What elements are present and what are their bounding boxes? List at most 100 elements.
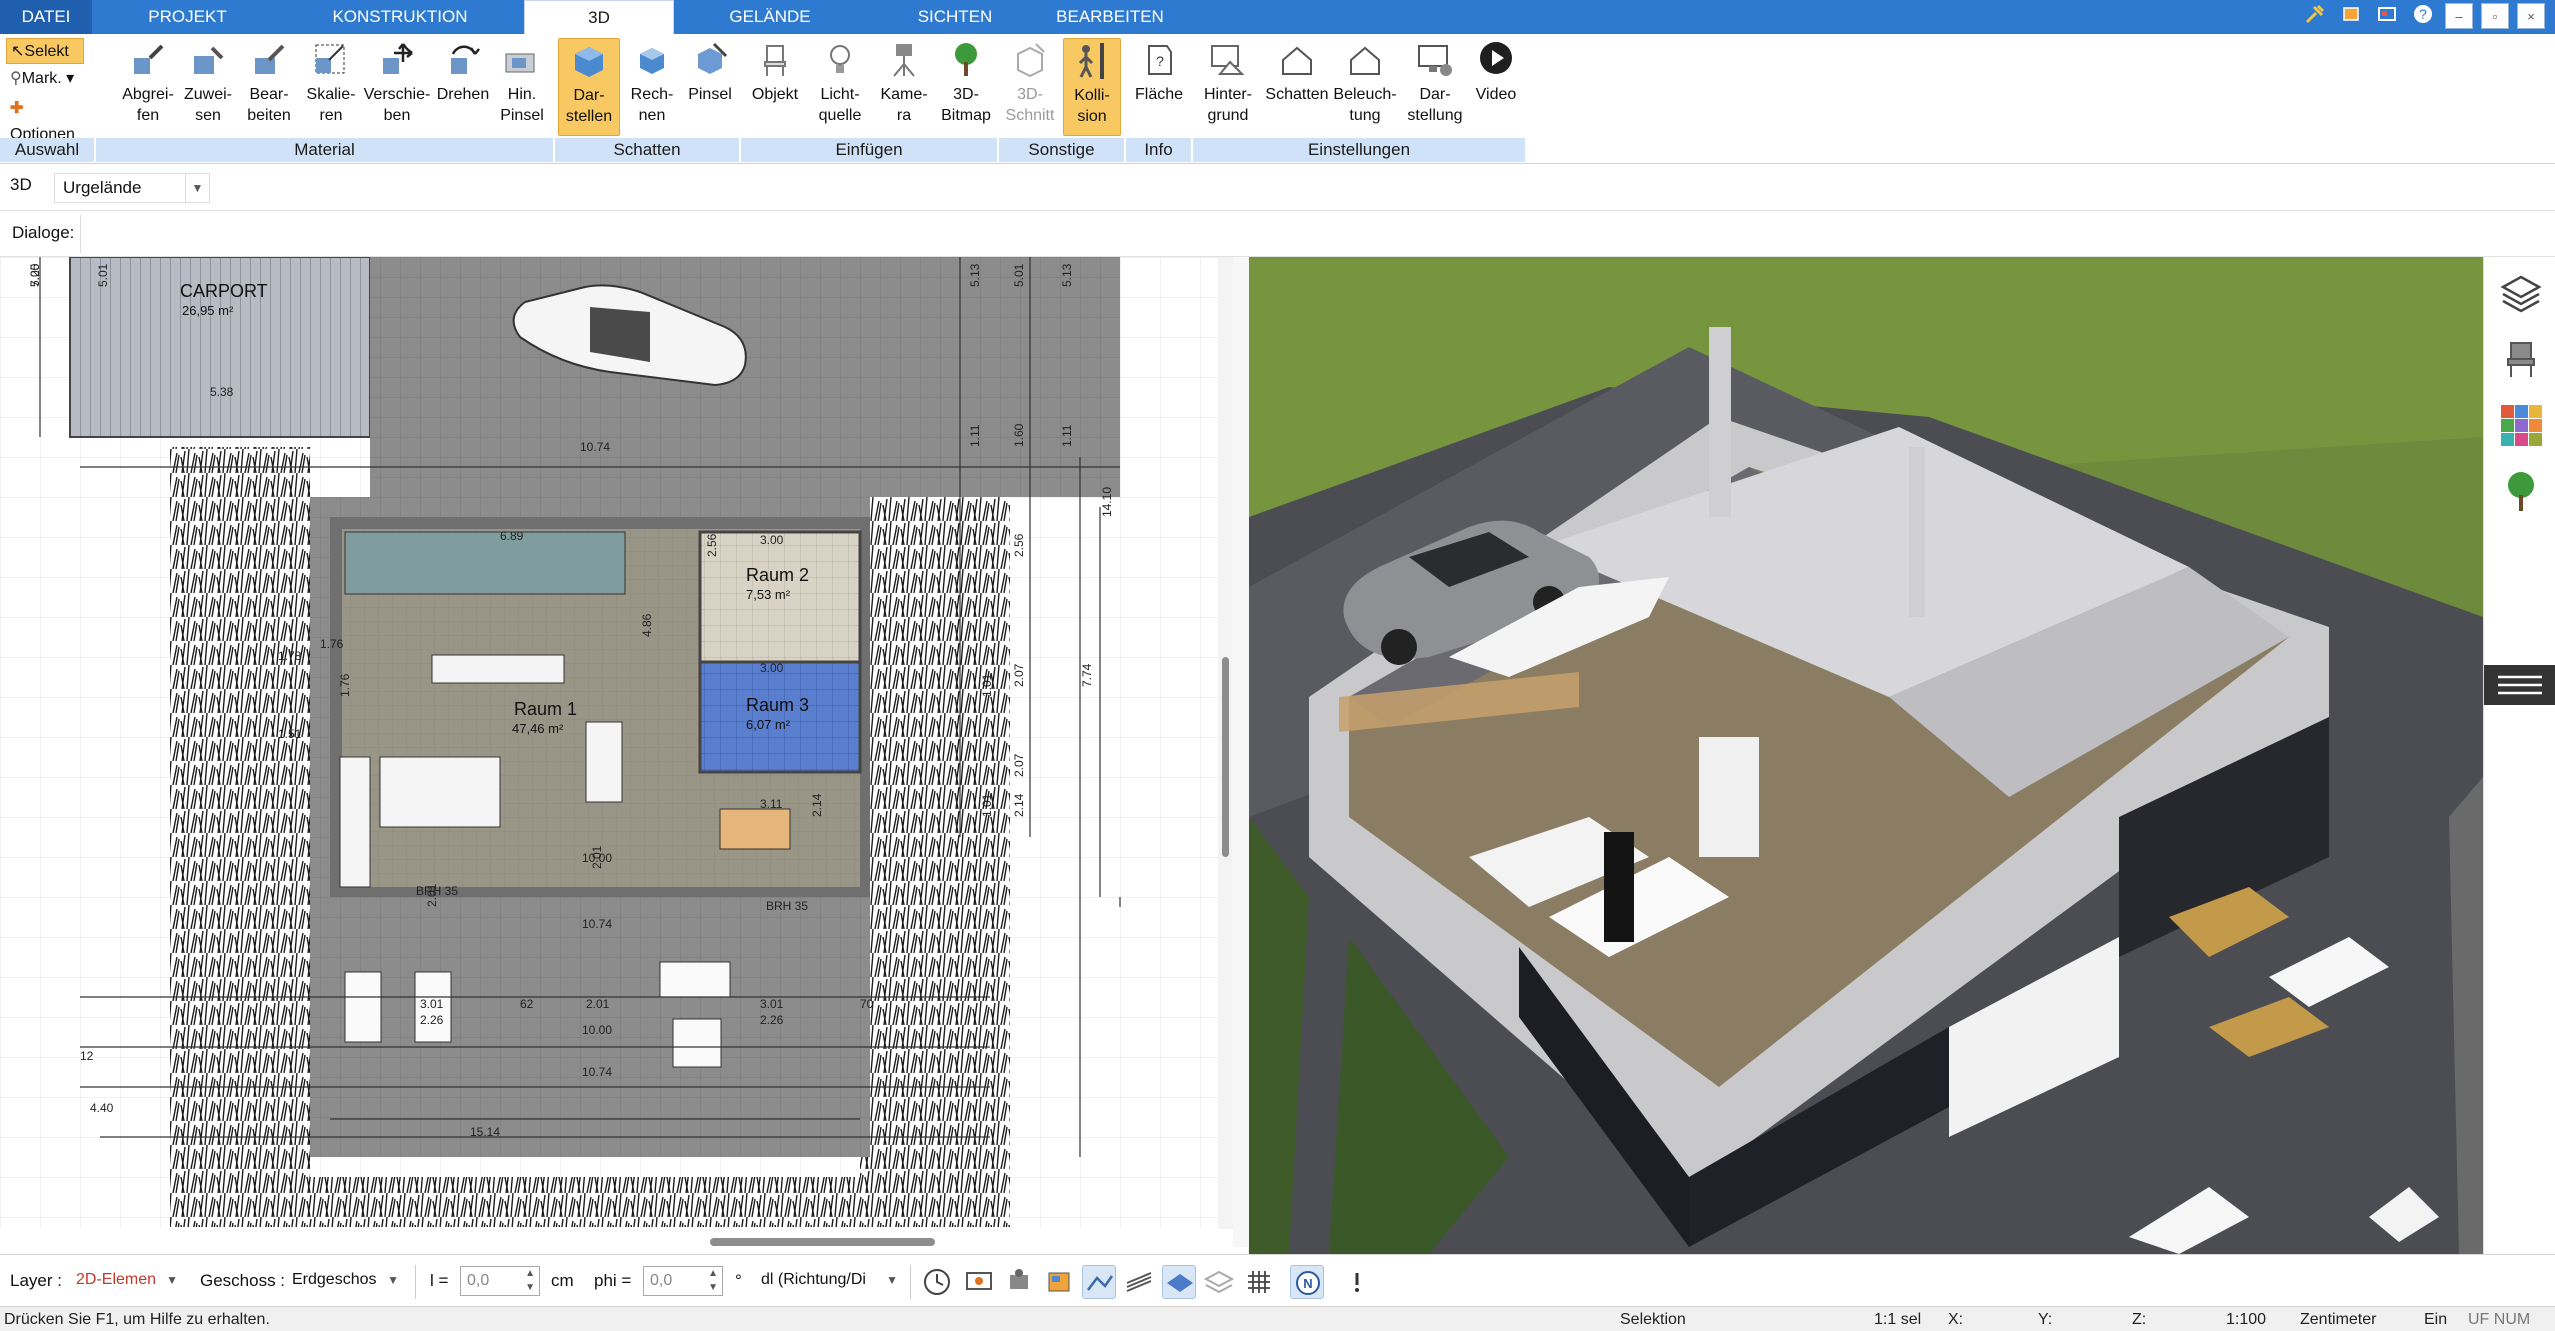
dimension-label: 5.38 [210, 385, 234, 399]
dimension-label: 1.01 [980, 673, 994, 697]
material-palette-icon[interactable] [2499, 403, 2543, 447]
zuweisen-button[interactable]: Zuwei- sen [180, 38, 236, 126]
floor-plan-view[interactable]: CARPORT 26,95 m² Raum 1 47,46 m² Raum 2 … [0, 257, 1233, 1229]
phi-label: phi = [594, 1271, 632, 1290]
restore-icon[interactable]: ▫ [2481, 3, 2509, 29]
3d-view[interactable] [1249, 257, 2483, 1254]
kollision-button[interactable]: Kolli- sion [1063, 38, 1121, 136]
dimension-label: 2.01 [590, 845, 604, 869]
snap-plane-icon[interactable] [1162, 1265, 1196, 1299]
objekt-button[interactable]: Objekt [745, 38, 805, 105]
chevron-down-icon: ▼ [886, 1273, 898, 1287]
beleuchtung-button[interactable]: Beleuch- tung [1331, 38, 1399, 126]
furniture-icon[interactable] [2499, 337, 2543, 381]
phi-input[interactable]: 0,0 ▲ ▼ [643, 1266, 723, 1296]
geschoss-select[interactable]: Erdgeschos ▼ [286, 1266, 401, 1296]
kamera-button[interactable]: Kame- ra [875, 38, 933, 126]
plants-icon[interactable] [2499, 469, 2543, 513]
dimension-label: 2.01 [586, 997, 610, 1011]
group-caption-einstellungen: Einstellungen [1193, 138, 1526, 162]
clock-icon[interactable] [920, 1265, 954, 1299]
minimize-icon[interactable]: – [2445, 3, 2473, 29]
3d-schnitt-button[interactable]: 3D- Schnitt [1001, 38, 1059, 126]
render-icon[interactable] [962, 1265, 996, 1299]
hintergrund-button[interactable]: Hinter- grund [1196, 38, 1260, 126]
floor-plan-canvas[interactable] [0, 257, 1233, 1229]
dimension-label: 1.11 [1060, 424, 1074, 447]
status-mode: Selektion [1620, 1311, 1686, 1328]
dimension-label: 2.14 [1012, 793, 1026, 817]
rechnen-button[interactable]: Rech- nen [623, 38, 681, 126]
skalieren-button[interactable]: Skalie- ren [302, 38, 360, 126]
plan-scroll-thumb[interactable] [1222, 657, 1229, 857]
schatten-pinsel-button[interactable]: Pinsel [683, 38, 737, 105]
person-icon[interactable] [1002, 1265, 1036, 1299]
dimension-label: 2.14 [810, 793, 824, 817]
box-icon[interactable] [1042, 1265, 1076, 1299]
abgreifen-button[interactable]: Abgrei- fen [120, 38, 176, 126]
dimension-label: 7.74 [1080, 663, 1094, 687]
ribbon-tab-bar: DATEI PROJEKT KONSTRUKTION 3D GELÄNDE SI… [0, 0, 2555, 35]
l-input[interactable]: 0,0 ▲ ▼ [460, 1266, 540, 1296]
spinner-icon[interactable]: ▲ ▼ [708, 1267, 718, 1295]
video-button[interactable]: Video [1469, 38, 1523, 105]
driveway [370, 257, 1120, 497]
close-icon[interactable]: × [2517, 3, 2545, 29]
darstellen-button[interactable]: Dar- stellen [558, 38, 620, 136]
einstellungen-schatten-button[interactable]: Schatten [1263, 38, 1331, 105]
north-icon[interactable]: N [1290, 1265, 1324, 1299]
dimension-label: BRH 35 [766, 899, 809, 913]
lichtquelle-button[interactable]: Licht- quelle [809, 38, 871, 126]
tab-gelaende[interactable]: GELÄNDE [700, 0, 840, 34]
mark-button[interactable]: ⚲Mark. ▾ [6, 66, 78, 92]
dimension-label: 3.01 [760, 997, 784, 1011]
tab-sichten[interactable]: SICHTEN [885, 0, 1025, 34]
layer-select[interactable]: 2D-Elemen ▼ [70, 1266, 180, 1296]
terrain-select[interactable]: Urgelände ▼ [54, 173, 210, 203]
darstellung-button[interactable]: Dar- stellung [1401, 38, 1469, 126]
wall-tool-icon[interactable] [1082, 1265, 1116, 1299]
status-x: X: [1948, 1311, 1964, 1328]
tab-3d[interactable]: 3D [524, 0, 674, 35]
view-splitter[interactable] [1233, 257, 1249, 1247]
plan-vertical-scrollbar[interactable] [1218, 257, 1233, 1229]
status-scale: 1:100 [2226, 1311, 2267, 1328]
layers-stack-icon[interactable] [1202, 1265, 1236, 1299]
sidebar-menu-icon[interactable] [2484, 665, 2555, 705]
verschieben-button[interactable]: Verschie- ben [362, 38, 432, 126]
help-icon[interactable]: ? [2409, 3, 2437, 29]
dimension-label: 1.11 [968, 424, 982, 447]
window-layout-icon[interactable] [2337, 3, 2365, 29]
drehen-button[interactable]: Drehen [432, 38, 494, 105]
grid-icon[interactable] [1242, 1265, 1276, 1299]
direction-select[interactable]: dl (Richtung/Di ▼ [755, 1266, 900, 1296]
3d-scene[interactable] [1249, 257, 2483, 1254]
3d-hood [1604, 832, 1634, 942]
dimension-label: 1.76 [338, 673, 352, 697]
hatching-icon[interactable] [1122, 1265, 1156, 1299]
status-flags: UF NUM RF [2468, 1311, 2531, 1328]
more-icon[interactable] [1340, 1265, 1374, 1299]
tab-datei[interactable]: DATEI [0, 0, 92, 34]
chevron-down-icon: ▼ [185, 174, 209, 202]
hin-pinsel-button[interactable]: Hin. Pinsel [494, 38, 550, 126]
view-mode-label: 3D [10, 175, 32, 194]
bearbeiten-button[interactable]: Bear- beiten [240, 38, 298, 126]
selekt-button[interactable]: ↖Selekt [6, 38, 84, 64]
tab-projekt[interactable]: PROJEKT [120, 0, 255, 34]
plan-horizontal-scroll-thumb[interactable] [710, 1238, 935, 1246]
palette-icon[interactable] [2373, 3, 2401, 29]
tab-bearbeiten[interactable]: BEARBEITEN [1045, 0, 1175, 34]
dimension-label: 1.51 [278, 727, 302, 741]
l-unit: cm [551, 1271, 574, 1290]
tools-icon[interactable] [2301, 3, 2329, 29]
dimension-label: 5.13 [1060, 263, 1074, 287]
optionen-button[interactable]: ✚ Optionen [6, 96, 95, 143]
dimension-label: 10.74 [582, 1065, 613, 1079]
flaeche-button[interactable]: ? Fläche [1130, 38, 1188, 105]
3d-bitmap-button[interactable]: 3D- Bitmap [937, 38, 995, 126]
spinner-icon[interactable]: ▲ ▼ [525, 1267, 535, 1295]
group-info: ? Fläche Info [1126, 34, 1192, 162]
layers-icon[interactable] [2499, 271, 2543, 315]
tab-konstruktion[interactable]: KONSTRUKTION [300, 0, 500, 34]
